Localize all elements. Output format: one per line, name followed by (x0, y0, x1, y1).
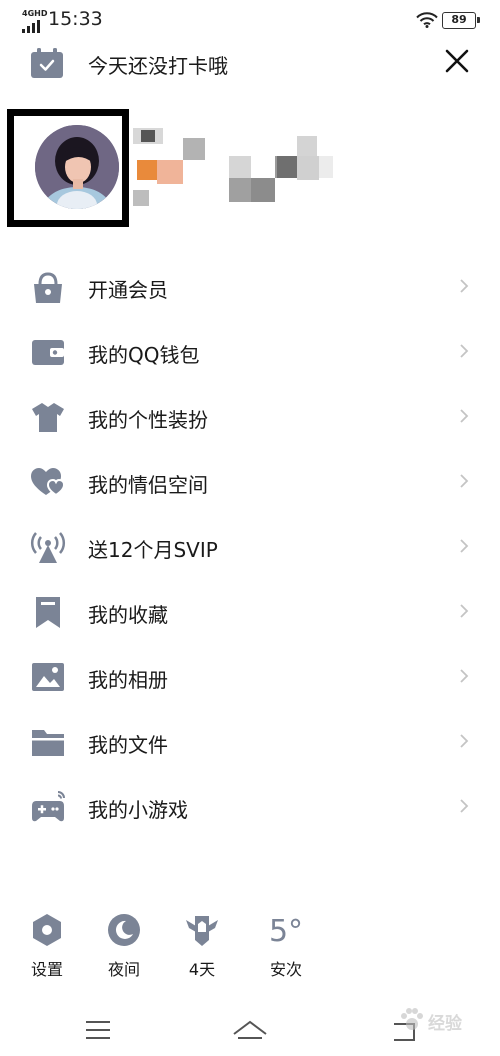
menu-item-svip-gift[interactable]: 送12个月SVIP (0, 515, 500, 580)
vip-bag-icon (34, 272, 62, 303)
calendar-check-icon (31, 48, 63, 78)
wifi-icon (416, 12, 438, 28)
chevron-right-icon (460, 799, 469, 813)
menu-item-files[interactable]: 我的文件 (0, 710, 500, 775)
gear-icon (33, 914, 61, 946)
menu-item-favorites[interactable]: 我的收藏 (0, 580, 500, 645)
chevron-right-icon (460, 409, 469, 423)
watermark: 经验 (398, 1000, 498, 1050)
menu-item-label: 开通会员 (88, 278, 168, 302)
chevron-right-icon (460, 279, 469, 293)
settings-button[interactable]: 设置 (17, 906, 77, 982)
battery-indicator: 89 (442, 12, 480, 29)
menu-item-vip[interactable]: 开通会员 (0, 255, 500, 320)
close-icon[interactable] (442, 46, 472, 76)
checkin-days-label: 4天 (188, 960, 216, 979)
chevron-right-icon (460, 669, 469, 683)
avatar-photo-icon (35, 125, 119, 209)
checkin-text: 今天还没打卡哦 (88, 54, 228, 78)
bottom-shortcuts: 设置 夜间 4天 5° 安次 (0, 906, 500, 986)
status-bar: 4GHD 15:33 89 (0, 0, 500, 40)
menu-item-couple-space[interactable]: 我的情侣空间 (0, 450, 500, 515)
menu-item-label: 我的相册 (88, 668, 168, 692)
gamepad-icon (32, 791, 65, 822)
paw-logo-icon (401, 1008, 423, 1030)
moon-icon (108, 914, 140, 946)
menu-item-personalize[interactable]: 我的个性装扮 (0, 385, 500, 450)
shirt-icon (32, 403, 64, 432)
weather-button[interactable]: 5° 安次 (256, 906, 316, 982)
home-icon[interactable] (226, 1010, 274, 1050)
network-type: 4GHD (22, 9, 48, 18)
status-time: 15:33 (48, 8, 103, 30)
menu-item-mini-games[interactable]: 我的小游戏 (0, 775, 500, 840)
weather-temperature: 5° (268, 914, 304, 949)
menu-item-label: 我的收藏 (88, 603, 168, 627)
avatar[interactable] (35, 125, 119, 209)
menu-item-label: 我的文件 (88, 733, 168, 757)
checkin-banner[interactable]: 今天还没打卡哦 (30, 44, 470, 80)
watermark-text: 经验 (428, 1014, 462, 1034)
wallet-icon (32, 340, 64, 365)
avatar-highlight-frame (7, 109, 129, 227)
menu-item-album[interactable]: 我的相册 (0, 645, 500, 710)
chevron-right-icon (460, 539, 469, 553)
bookmark-icon (36, 597, 60, 628)
hearts-icon (31, 468, 66, 497)
photo-icon (32, 663, 64, 691)
menu-item-label: 我的个性装扮 (88, 408, 208, 432)
chevron-right-icon (460, 344, 469, 358)
blurred-nickname (133, 128, 473, 210)
menu-item-wallet[interactable]: 我的QQ钱包 (0, 320, 500, 385)
menu-item-label: 我的小游戏 (88, 798, 188, 822)
chevron-right-icon (460, 474, 469, 488)
folder-icon (32, 730, 64, 756)
menu-icon[interactable] (74, 1010, 122, 1050)
menu-item-label: 送12个月SVIP (88, 538, 218, 562)
chevron-right-icon (460, 734, 469, 748)
chevron-right-icon (460, 604, 469, 618)
night-mode-button[interactable]: 夜间 (94, 906, 154, 982)
cellular-signal-icon: 4GHD (22, 9, 48, 33)
night-mode-label: 夜间 (107, 960, 140, 979)
winged-badge-icon (186, 916, 218, 946)
settings-label: 设置 (30, 960, 63, 979)
checkin-days-button[interactable]: 4天 (172, 906, 232, 982)
weather-city: 安次 (269, 960, 302, 979)
menu-item-label: 我的情侣空间 (88, 473, 208, 497)
menu-item-label: 我的QQ钱包 (88, 343, 200, 367)
broadcast-icon (31, 532, 65, 563)
